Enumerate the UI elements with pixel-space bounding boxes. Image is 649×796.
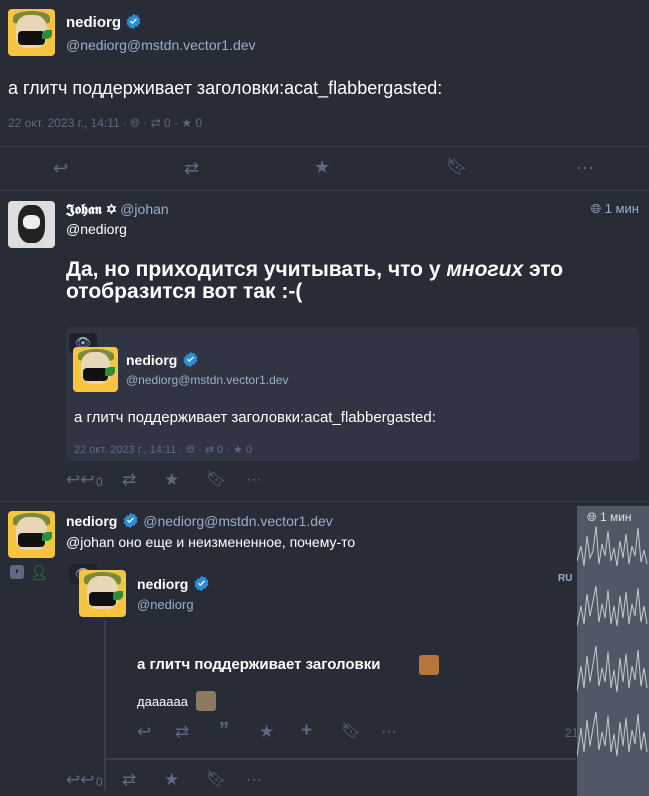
quote-sub-text: даааааа [137,694,188,709]
more-button[interactable]: ··· [246,772,262,788]
reply-all-icon[interactable]: ↩↩ [66,771,95,788]
bookmark-button[interactable]: 🔖︎ [206,772,226,788]
quoted-status[interactable]: 👁︎ nediorg @nediorg@mstdn.vector1.dev а … [66,327,639,461]
language-badge: RU [558,573,573,584]
bookmark-button[interactable]: 🔖︎ [341,724,361,740]
favourite-button[interactable]: ★ [259,723,274,740]
account-handle[interactable]: @nediorg [137,597,194,612]
quote-meta: 22 окт. 2023 г., 14:11 · 🌐︎ · ⇄ 0 · ★ 0 [74,444,252,456]
add-button[interactable]: + [301,721,312,740]
avatar[interactable] [8,511,55,558]
status-time-wrap: 🌐︎ 1 мин [591,201,639,217]
favourite-button[interactable]: ★ [164,771,179,788]
quote-heading-text: а глитч поддерживает заголовки [137,656,381,673]
display-name[interactable]: nediorg [66,513,117,529]
verified-badge-icon [183,351,198,368]
remove-follow-icon[interactable]: 👤︎ [30,564,48,581]
mention-link[interactable]: @nediorg [66,221,127,237]
thread-line [104,620,106,790]
acat-emoji-icon [419,655,439,675]
boost-button[interactable]: ⇄ [175,723,189,740]
account-handle[interactable]: @nediorg@mstdn.vector1.dev [126,373,288,387]
boost-button[interactable]: ⇄ [122,771,136,788]
quote-action-bar: ↩ ⇄ ” ★ + 🔖︎ ··· [137,720,557,744]
verified-badge-icon [126,13,141,30]
favourite-button[interactable]: ★ [314,158,330,176]
more-button[interactable]: ··· [576,158,594,176]
bookmark-button[interactable]: 🔖︎ [446,158,468,175]
quote-heading: а глитч поддерживает заголовки [137,655,439,675]
reply-button[interactable]: ↩ [137,723,151,740]
avatar[interactable] [8,9,55,56]
status-time[interactable]: 1 мин [600,510,632,524]
heading-text: Да, но приходится учитывать, что у [66,258,447,281]
display-name[interactable]: nediorg [137,576,188,592]
fav-count: 0 [245,444,252,456]
verified-badge-icon [123,512,138,529]
cat-emoji-icon [196,691,216,711]
fav-count-icon: ★ [181,116,193,130]
reply-count: 0 [96,475,103,489]
boost-count: 0 [164,116,171,130]
status-content: а глитч поддерживает заголовки:acat_flab… [8,78,443,98]
quote-sub: даааааа [137,691,216,711]
account-handle[interactable]: @nediorg@mstdn.vector1.dev [143,513,333,529]
boost-count-icon: ⇄ [150,116,161,130]
boost-button[interactable]: ⇄ [122,471,136,488]
display-name[interactable]: nediorg [126,352,177,368]
thread-line [104,758,576,760]
display-name[interactable]: 𝕵𝖔𝖍𝖆𝖓 ✡ [66,202,116,218]
status-johan: 𝕵𝖔𝖍𝖆𝖓 ✡ @johan 🌐︎ 1 мин @nediorg Да, но … [0,191,649,501]
status-focused: nediorg @nediorg@mstdn.vector1.dev а гли… [0,0,649,190]
avatar[interactable] [8,201,55,248]
status-date[interactable]: 22 окт. 2023 г., 14:11 [8,116,120,130]
bookmark-button[interactable]: 🔖︎ [206,472,226,488]
avatar[interactable] [73,347,118,392]
status-time[interactable]: 1 мин [605,201,639,216]
quote-button[interactable]: ” [219,720,229,740]
glitch-time: 🌐︎ 1 мин [587,510,632,524]
rss-icon: ◗ [10,565,24,579]
display-name[interactable]: nediorg [66,14,121,31]
favourite-button[interactable]: ★ [164,471,179,488]
boost-count: 0 [217,444,224,456]
verified-badge-icon [194,575,209,592]
fav-count: 0 [195,116,203,130]
account-handle[interactable]: @johan [120,201,168,217]
reply-button[interactable]: ↩ [53,159,68,177]
status-nediorg-reply: ◗ 👤︎ nediorg @nediorg@mstdn.vector1.dev … [0,502,649,796]
action-bar: ↩ ⇄ ★ 🔖︎ ··· [0,147,649,190]
boost-button[interactable]: ⇄ [184,159,199,177]
action-bar: ↩↩ 0 ⇄ ★ 🔖︎ ··· [66,471,366,492]
reply-count: 0 [96,775,103,789]
glitch-noise [577,506,649,796]
avatar[interactable] [79,570,126,617]
status-meta: 22 окт. 2023 г., 14:11 · 🌐︎ · ⇄ 0 · ★ 0 [8,116,203,130]
more-button[interactable]: ··· [381,724,397,740]
globe-icon: 🌐︎ [590,201,602,216]
quote-date[interactable]: 22 окт. 2023 г., 14:11 [74,444,176,456]
action-bar: ↩↩ 0 ⇄ ★ 🔖︎ ··· [66,771,366,792]
globe-icon: 🌐︎ [130,116,140,130]
status-heading: Да, но приходится учитывать, что у многи… [66,259,626,303]
heading-emphasis: многих [446,258,524,281]
status-content: @johan оно еще и неизмененное, почему-то [66,534,356,550]
account-handle[interactable]: @nediorg@mstdn.vector1.dev [66,37,256,53]
reply-all-icon[interactable]: ↩↩ [66,471,95,488]
more-button[interactable]: ··· [246,472,262,488]
glitch-overlay: 🌐︎ 1 мин [577,506,649,796]
quote-content: а глитч поддерживает заголовки:acat_flab… [74,409,436,426]
